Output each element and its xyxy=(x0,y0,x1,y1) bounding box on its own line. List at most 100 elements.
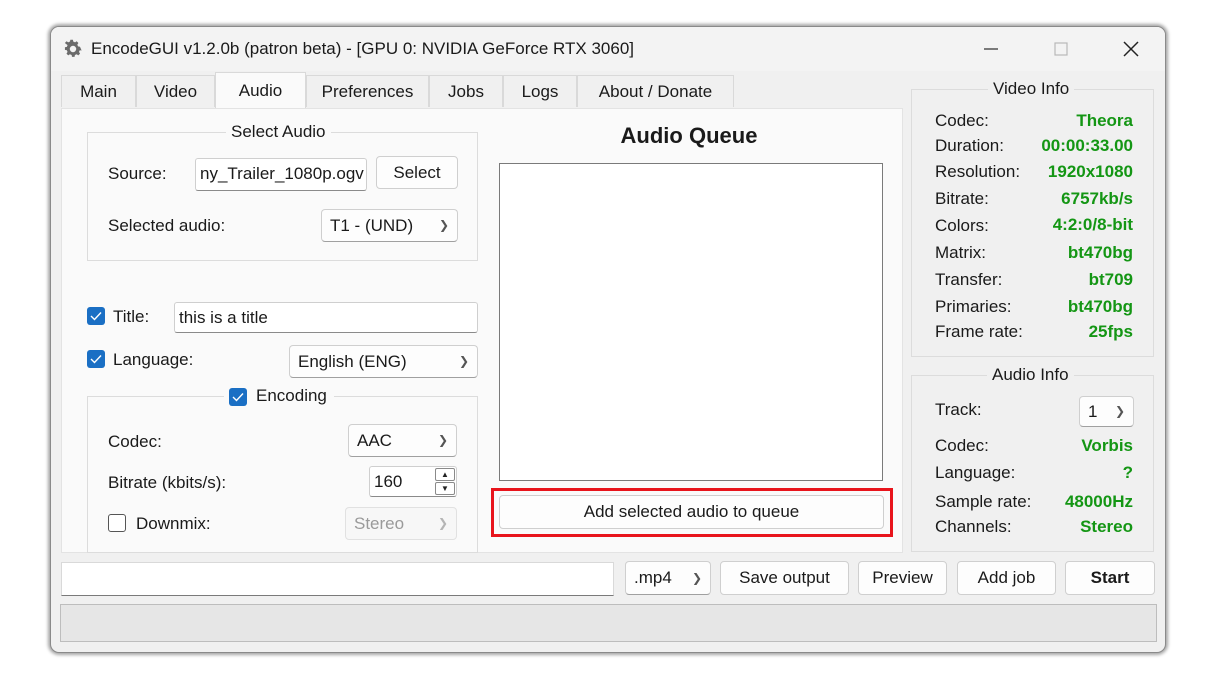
chevron-down-icon: ❯ xyxy=(691,571,702,585)
tab-about-donate[interactable]: About / Donate xyxy=(577,75,734,107)
tab-logs[interactable]: Logs xyxy=(503,75,577,107)
gear-icon xyxy=(64,39,82,57)
title-input[interactable]: this is a title xyxy=(174,302,478,333)
chevron-down-icon: ❯ xyxy=(437,433,448,447)
decrement-icon[interactable]: ▼ xyxy=(435,482,455,495)
downmix-checkbox[interactable] xyxy=(108,514,126,532)
sample-rate-value: 48000Hz xyxy=(1064,492,1133,511)
language-checkbox[interactable] xyxy=(87,350,105,368)
tab-video[interactable]: Video xyxy=(136,75,215,107)
video-framerate-value: 25fps xyxy=(1088,322,1133,341)
encoding-group: Encoding Codec: AAC ❯ Bitrate (kbits/s):… xyxy=(87,386,478,553)
video-info-group: Video Info Codec: Theora Duration: 00:00… xyxy=(911,79,1154,357)
save-output-button[interactable]: Save output xyxy=(720,561,849,595)
video-transfer-label: Transfer: xyxy=(935,270,1003,289)
audio-queue-title: Audio Queue xyxy=(620,123,758,148)
source-input[interactable]: ny_Trailer_1080p.ogv xyxy=(195,158,367,191)
encoding-checkbox[interactable] xyxy=(229,388,247,406)
chevron-down-icon: ❯ xyxy=(437,516,448,530)
downmix-value: Stereo xyxy=(354,514,405,533)
audio-codec-label: Codec: xyxy=(935,436,989,455)
language-label: Language: xyxy=(113,350,194,369)
select-audio-group: Select Audio Source: ny_Trailer_1080p.og… xyxy=(87,122,478,261)
channels-label: Channels: xyxy=(935,517,1012,536)
title-checkbox[interactable] xyxy=(87,307,105,325)
bitrate-spin-arrows: ▲ ▼ xyxy=(433,466,457,497)
container-dropdown[interactable]: .mp4 ❯ xyxy=(625,561,711,595)
selected-audio-value: T1 - (UND) xyxy=(330,216,414,235)
source-label: Source: xyxy=(108,164,167,183)
bitrate-label: Bitrate (kbits/s): xyxy=(108,473,227,492)
maximize-button[interactable] xyxy=(1041,35,1081,63)
app-window: EncodeGUI v1.2.0b (patron beta) - [GPU 0… xyxy=(50,26,1166,653)
video-codec-value: Theora xyxy=(1076,111,1133,130)
audio-tab-panel: Select Audio Source: ny_Trailer_1080p.og… xyxy=(61,108,903,553)
container-value: .mp4 xyxy=(634,568,672,587)
chevron-down-icon: ❯ xyxy=(458,354,469,368)
codec-label: Codec: xyxy=(108,432,162,451)
downmix-label: Downmix: xyxy=(136,514,211,533)
language-dropdown[interactable]: English (ENG) ❯ xyxy=(289,345,478,378)
video-resolution-value: 1920x1080 xyxy=(1047,162,1133,181)
video-duration-label: Duration: xyxy=(935,136,1004,155)
increment-icon[interactable]: ▲ xyxy=(435,468,455,481)
tab-jobs[interactable]: Jobs xyxy=(429,75,503,107)
video-colors-label: Colors: xyxy=(935,216,989,235)
video-codec-label: Codec: xyxy=(935,111,989,130)
selected-audio-dropdown[interactable]: T1 - (UND) ❯ xyxy=(321,209,458,242)
preview-button[interactable]: Preview xyxy=(858,561,947,595)
checkmark-icon xyxy=(232,393,244,402)
video-primaries-value: bt470bg xyxy=(1067,297,1133,316)
video-framerate-label: Frame rate: xyxy=(935,322,1023,341)
audio-info-legend: Audio Info xyxy=(987,365,1074,385)
channels-value: Stereo xyxy=(1080,517,1133,536)
track-dropdown[interactable]: 1 ❯ xyxy=(1079,396,1134,427)
codec-value: AAC xyxy=(357,431,392,450)
encoding-label: Encoding xyxy=(256,386,327,405)
downmix-dropdown[interactable]: Stereo ❯ xyxy=(345,507,457,540)
window-title: EncodeGUI v1.2.0b (patron beta) - [GPU 0… xyxy=(91,39,634,58)
language-value: English (ENG) xyxy=(298,352,407,371)
audio-codec-value: Vorbis xyxy=(1081,436,1133,455)
maximize-icon xyxy=(1054,42,1068,56)
video-matrix-label: Matrix: xyxy=(935,243,986,262)
video-resolution-label: Resolution: xyxy=(935,162,1021,181)
audio-language-value: ? xyxy=(1122,463,1133,482)
sample-rate-label: Sample rate: xyxy=(935,492,1032,511)
close-button[interactable] xyxy=(1111,35,1151,63)
video-duration-value: 00:00:33.00 xyxy=(1041,136,1133,155)
audio-language-label: Language: xyxy=(935,463,1016,482)
video-colors-value: 4:2:0/8-bit xyxy=(1052,215,1133,234)
video-transfer-value: bt709 xyxy=(1088,270,1133,289)
audio-info-group: Audio Info Track: 1 ❯ Codec: Vorbis Lang… xyxy=(911,365,1154,552)
title-label: Title: xyxy=(113,307,150,326)
track-value: 1 xyxy=(1088,402,1098,421)
video-bitrate-value: 6757kb/s xyxy=(1061,189,1133,208)
track-label: Track: xyxy=(935,400,982,419)
video-primaries-label: Primaries: xyxy=(935,297,1012,316)
title-bar[interactable]: EncodeGUI v1.2.0b (patron beta) - [GPU 0… xyxy=(51,27,1165,71)
start-button[interactable]: Start xyxy=(1065,561,1155,595)
checkmark-icon xyxy=(90,312,102,321)
tab-main[interactable]: Main xyxy=(61,75,136,107)
video-bitrate-label: Bitrate: xyxy=(935,189,989,208)
minimize-button[interactable] xyxy=(971,35,1011,63)
chevron-down-icon: ❯ xyxy=(438,218,449,232)
encoding-legend: Encoding xyxy=(224,386,334,408)
add-job-button[interactable]: Add job xyxy=(957,561,1056,595)
tab-preferences[interactable]: Preferences xyxy=(306,75,429,107)
minimize-icon xyxy=(984,48,998,50)
selected-audio-label: Selected audio: xyxy=(108,216,226,235)
audio-queue-list[interactable] xyxy=(499,163,883,481)
progress-bar xyxy=(60,604,1157,642)
codec-dropdown[interactable]: AAC ❯ xyxy=(348,424,457,457)
tab-audio[interactable]: Audio xyxy=(215,72,306,108)
chevron-down-icon: ❯ xyxy=(1114,404,1125,418)
bitrate-stepper[interactable]: 160 ▲ ▼ xyxy=(369,466,457,497)
select-audio-legend: Select Audio xyxy=(226,122,331,142)
close-icon xyxy=(1123,41,1139,57)
highlight-box xyxy=(491,488,893,537)
select-source-button[interactable]: Select xyxy=(376,156,458,189)
video-info-legend: Video Info xyxy=(988,79,1075,99)
output-path-input[interactable] xyxy=(61,562,614,596)
